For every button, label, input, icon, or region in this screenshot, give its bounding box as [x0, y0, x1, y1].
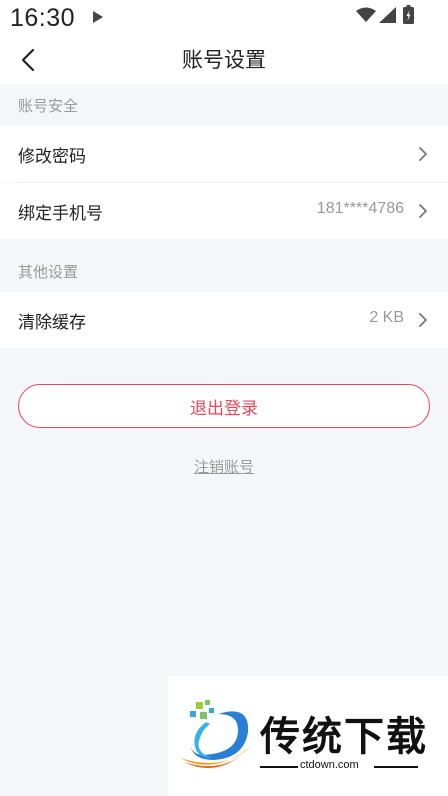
chevron-right-icon: [419, 313, 427, 327]
bind-phone-label: 绑定手机号: [18, 204, 103, 224]
chevron-right-icon: [419, 204, 427, 218]
status-time: 16:30: [10, 4, 76, 32]
change-password-label: 修改密码: [18, 147, 86, 167]
watermark-line-left: [260, 766, 298, 768]
section-header-other-settings: 其他设置: [18, 263, 79, 281]
change-password-row[interactable]: 修改密码: [0, 126, 448, 182]
section-header-account-security: 账号安全: [18, 97, 79, 115]
wifi-icon: [356, 7, 376, 22]
clear-cache-row[interactable]: 清除缓存 2 KB: [0, 292, 448, 348]
logout-button[interactable]: 退出登录: [18, 384, 430, 428]
cache-size-value: 2 KB: [369, 309, 404, 326]
page-title: 账号设置: [182, 48, 266, 72]
bind-phone-row[interactable]: 绑定手机号 181****4786: [0, 183, 448, 239]
watermark-text: 传统下载: [260, 714, 428, 760]
nav-bar: 账号设置: [0, 36, 448, 84]
signal-icon: [379, 7, 396, 23]
ctdown-logo-icon: [180, 700, 252, 769]
phone-number-value: 181****4786: [316, 200, 404, 217]
play-icon: [93, 11, 103, 23]
watermark-line-right: [374, 766, 418, 768]
battery-icon: [403, 5, 414, 24]
cancel-account-link[interactable]: 注销账号: [0, 456, 448, 477]
watermark: 传统下载 ctdown.com: [168, 676, 448, 796]
chevron-right-icon: [419, 147, 427, 161]
clear-cache-label: 清除缓存: [18, 313, 86, 333]
status-bar: 16:30: [0, 0, 448, 36]
watermark-domain: ctdown.com: [300, 759, 359, 771]
